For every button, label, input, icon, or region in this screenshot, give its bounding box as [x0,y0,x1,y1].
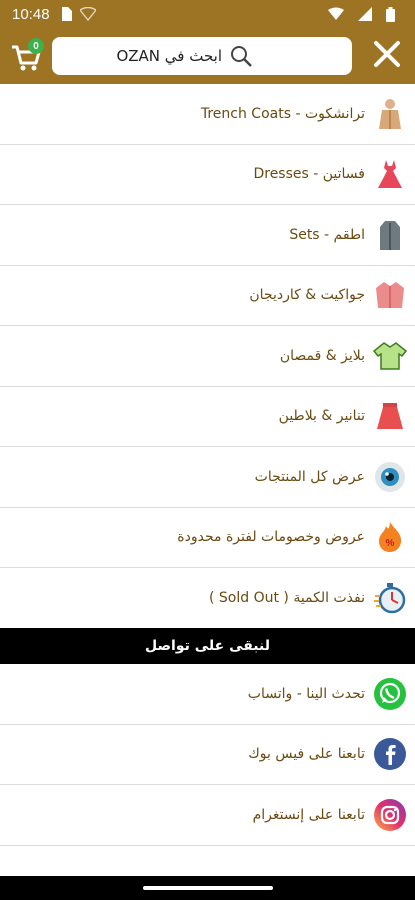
contact-item-whatsapp[interactable]: تحدث الينا - واتساب [0,664,415,725]
search-bar[interactable] [52,37,352,75]
skirt-icon [373,399,407,433]
menu-item-all-products[interactable]: عرض كل المنتجات [0,447,415,508]
menu-item-jackets[interactable]: جواكيت & كارديجان [0,265,415,326]
discount-fire-icon: % [373,520,407,554]
search-icon [230,45,252,67]
menu-item-label: نفذت الكمية ( Sold Out ) [208,589,365,606]
menu-item-sets[interactable]: اطقم - Sets [0,205,415,266]
cart-button[interactable]: 0 [8,36,44,76]
menu-item-label: بلايز & قمصان [279,347,365,364]
category-menu: ترانشكوت - Trench Coats فساتين - Dresses… [0,84,415,629]
home-gesture-handle[interactable] [142,886,273,890]
contact-menu: تحدث الينا - واتساب تابعنا على فيس بوك ت… [0,664,415,846]
sim-card-icon [60,7,72,21]
menu-item-label: فساتين - Dresses [253,166,365,183]
signal-off-icon [79,7,96,21]
facebook-icon [373,737,407,771]
status-time: 10:48 [12,5,50,23]
whatsapp-icon [373,677,407,711]
contact-section-title: لنبقى على تواصل [0,628,415,664]
jacket-icon [373,278,407,312]
menu-item-sold-out[interactable]: نفذت الكمية ( Sold Out ) [0,568,415,629]
menu-item-label: عرض كل المنتجات [254,468,365,485]
menu-item-skirts[interactable]: تنانير & بلاطين [0,386,415,447]
menu-item-label: ترانشكوت - Trench Coats [200,105,365,122]
menu-item-label: عروض وخصومات لفترة محدودة [177,529,365,546]
menu-item-label: اطقم - Sets [289,226,365,243]
menu-item-offers[interactable]: عروض وخصومات لفترة محدودة % [0,507,415,568]
stopwatch-icon [373,581,407,615]
menu-item-label: جواكيت & كارديجان [249,287,365,304]
battery-icon [386,6,395,22]
status-bar: 10:48 [0,0,415,28]
contact-item-label: تابعنا على فيس بوك [248,746,365,763]
search-input[interactable] [62,47,222,65]
menu-item-trench-coats[interactable]: ترانشكوت - Trench Coats [0,84,415,145]
cart-count-badge: 0 [28,38,44,54]
trench-coat-icon [373,97,407,131]
menu-item-label: تنانير & بلاطين [278,408,365,425]
app-header: 0 [0,28,415,84]
eye-icon [373,460,407,494]
svg-text:%: % [386,538,395,549]
instagram-icon [373,798,407,832]
close-icon [373,40,401,72]
blouse-icon [373,339,407,373]
cellular-icon [358,7,372,21]
close-button[interactable] [367,36,407,76]
system-nav-bar [0,876,415,900]
dress-icon [373,157,407,191]
contact-item-instagram[interactable]: تابعنا على إنستغرام [0,785,415,846]
menu-item-dresses[interactable]: فساتين - Dresses [0,144,415,205]
coat-set-icon [373,218,407,252]
menu-item-blouses[interactable]: بلايز & قمصان [0,326,415,387]
contact-item-label: تحدث الينا - واتساب [247,685,365,702]
contact-item-label: تابعنا على إنستغرام [252,806,365,823]
wifi-icon [328,7,344,21]
contact-item-facebook[interactable]: تابعنا على فيس بوك [0,724,415,785]
